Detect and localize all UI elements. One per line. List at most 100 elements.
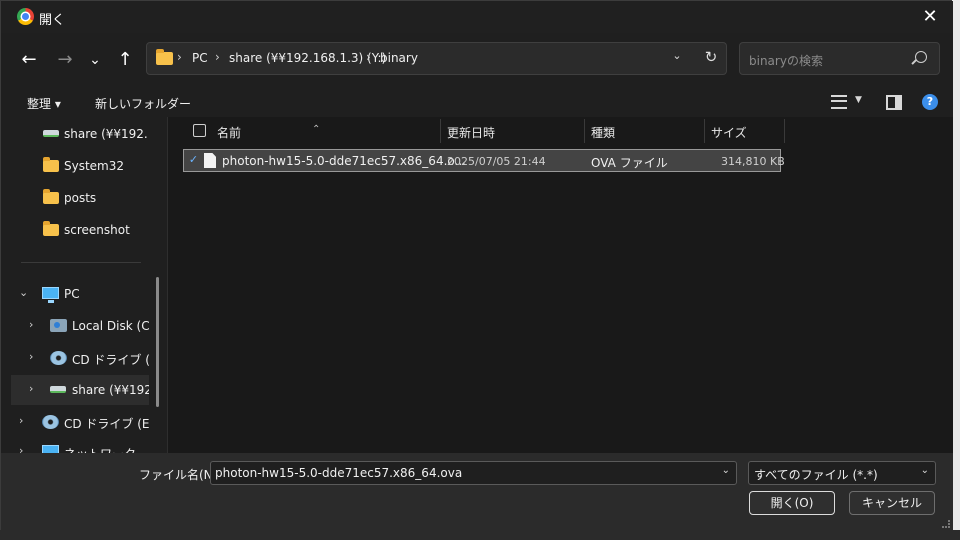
chevron-right-icon[interactable]: › (19, 444, 23, 453)
sidebar-item-share[interactable]: › share (¥¥192.16 (11, 375, 149, 405)
chevron-down-icon[interactable]: ⌄ (19, 286, 28, 299)
command-bar: 整理 ▾ 新しいフォルダー ▼ ? (1, 87, 953, 117)
file-type-value: すべてのファイル (*.*) (754, 468, 878, 482)
sidebar-item-local-disk[interactable]: › Local Disk (C:) (11, 311, 149, 341)
sidebar-item-pc[interactable]: ⌄ PC (11, 279, 149, 309)
organize-button[interactable]: 整理 ▾ (27, 95, 61, 112)
column-header-label: 名前 (217, 126, 242, 140)
sidebar-item-label: Local Disk (C:) (72, 319, 149, 333)
chevron-down-icon[interactable]: ⌄ (667, 49, 687, 62)
close-button[interactable]: ✕ (907, 1, 953, 33)
folder-icon (43, 189, 59, 204)
open-file-dialog: 開く ✕ ← → ⌄ ↑ › PC › share (¥¥192.168.1.3… (0, 0, 953, 531)
sidebar-item-screenshot[interactable]: screenshot (11, 215, 149, 245)
navigation-bar: ← → ⌄ ↑ › PC › share (¥¥192.168.1.3) (Y:… (1, 33, 953, 87)
file-list: 名前 ⌃ 更新日時 種類 サイズ ✓ photon-hw15-5.0-dde71… (168, 117, 953, 453)
sidebar-item-cd-drive-r[interactable]: › CD ドライブ (E:) R (11, 407, 149, 437)
dialog-title: 開く (39, 13, 66, 28)
breadcrumb-separator-icon: › (366, 50, 371, 64)
sort-ascending-icon: ⌃ (312, 124, 321, 135)
cd-icon (50, 351, 67, 365)
sidebar-item-label: screenshot (64, 223, 130, 237)
column-header-label: 更新日時 (447, 126, 496, 140)
chevron-right-icon[interactable]: › (29, 318, 33, 331)
background-window-edge (952, 0, 960, 540)
breadcrumb-separator-icon: › (177, 50, 182, 64)
up-arrow-icon[interactable]: ↑ (111, 47, 139, 75)
title-bar: 開く ✕ (1, 1, 953, 33)
table-row[interactable]: ✓ photon-hw15-5.0-dde71ec57.x86_64.o... … (183, 149, 785, 172)
column-header-label: 種類 (591, 126, 616, 140)
open-button[interactable]: 開く(O) (749, 491, 835, 515)
sidebar-item-label: PC (64, 287, 80, 301)
column-divider[interactable] (784, 119, 785, 143)
column-header-name[interactable]: 名前 ⌃ (168, 117, 440, 145)
folder-icon (156, 49, 173, 65)
background-taskbar-edge (0, 530, 960, 540)
sidebar-item-system32[interactable]: System32 (11, 151, 149, 181)
address-bar[interactable]: › PC › share (¥¥192.168.1.3) (Y:) › bina… (146, 42, 727, 75)
view-list-icon[interactable] (831, 95, 847, 109)
sidebar-scrollbar[interactable] (156, 277, 159, 407)
column-header-label: サイズ (711, 126, 747, 140)
caret-down-icon[interactable]: ▼ (855, 95, 862, 105)
sidebar-item-posts[interactable]: posts (11, 183, 149, 213)
sidebar-item-label: ネットワーク (64, 445, 136, 453)
recent-locations-icon[interactable]: ⌄ (81, 47, 109, 75)
folder-icon (43, 221, 59, 236)
sidebar-item-label: share (¥¥192.168 (64, 127, 149, 141)
resize-grip-icon[interactable] (942, 520, 950, 528)
help-icon[interactable]: ? (922, 94, 938, 110)
column-header-type[interactable]: 種類 (584, 117, 704, 145)
select-all-checkbox[interactable] (193, 124, 206, 137)
network-drive-icon (43, 130, 59, 137)
new-folder-button[interactable]: 新しいフォルダー (95, 95, 191, 112)
chrome-icon (17, 8, 34, 25)
network-icon (42, 445, 59, 453)
filename-field[interactable]: photon-hw15-5.0-dde71ec57.x86_64.ova ⌄ (210, 461, 737, 485)
column-header-size[interactable]: サイズ (704, 117, 784, 145)
file-icon (204, 153, 216, 168)
disk-icon (50, 319, 67, 332)
sidebar-item-network[interactable]: › ネットワーク (11, 437, 149, 453)
chevron-right-icon[interactable]: › (29, 382, 33, 395)
network-drive-icon (50, 386, 66, 393)
back-arrow-icon[interactable]: ← (15, 47, 43, 75)
sidebar-item-label: share (¥¥192.16 (72, 383, 149, 397)
search-box[interactable]: binaryの検索 (739, 42, 940, 75)
cancel-button[interactable]: キャンセル (849, 491, 935, 515)
breadcrumb-binary[interactable]: binary (380, 51, 418, 65)
file-size: 314,810 KB (721, 155, 785, 168)
file-type-select[interactable]: すべてのファイル (*.*) ⌄ (748, 461, 936, 485)
sidebar-item-label: posts (64, 191, 97, 205)
chevron-down-icon[interactable]: ⌄ (722, 465, 730, 476)
file-name: photon-hw15-5.0-dde71ec57.x86_64.o... (222, 154, 466, 168)
forward-arrow-icon[interactable]: → (51, 47, 79, 75)
sidebar-item-label: CD ドライブ (E:) R (64, 417, 149, 431)
breadcrumb-pc[interactable]: PC (192, 51, 208, 65)
search-icon[interactable] (915, 51, 927, 63)
breadcrumb-share[interactable]: share (¥¥192.168.1.3) (Y:) (229, 51, 386, 65)
folder-icon (43, 157, 59, 172)
preview-pane-icon[interactable] (886, 95, 902, 110)
sidebar-item-cd-drive[interactable]: › CD ドライブ (E:) (11, 343, 149, 373)
search-input[interactable]: binaryの検索 (749, 52, 823, 69)
breadcrumb-separator-icon: › (215, 50, 220, 64)
sidebar-item-label: System32 (64, 159, 125, 173)
chevron-down-icon[interactable]: ⌄ (921, 465, 929, 476)
file-type: OVA ファイル (591, 156, 668, 170)
sidebar-item-share-quick[interactable]: share (¥¥192.168 (11, 119, 149, 149)
refresh-icon[interactable]: ↻ (699, 48, 723, 66)
filename-value: photon-hw15-5.0-dde71ec57.x86_64.ova (215, 466, 463, 480)
chevron-right-icon[interactable]: › (29, 350, 33, 363)
cd-icon (42, 415, 59, 429)
sidebar-item-label: CD ドライブ (E:) (72, 353, 149, 367)
sidebar-divider (21, 262, 141, 263)
chevron-right-icon[interactable]: › (19, 414, 23, 427)
row-checkbox[interactable]: ✓ (188, 154, 199, 166)
navigation-pane: share (¥¥192.168 System32 posts screensh… (1, 117, 161, 453)
column-header-modified[interactable]: 更新日時 (440, 117, 584, 145)
pc-icon (42, 287, 59, 303)
file-modified: 2025/07/05 21:44 (447, 155, 546, 168)
dialog-footer: ファイル名(N): photon-hw15-5.0-dde71ec57.x86_… (1, 453, 953, 531)
